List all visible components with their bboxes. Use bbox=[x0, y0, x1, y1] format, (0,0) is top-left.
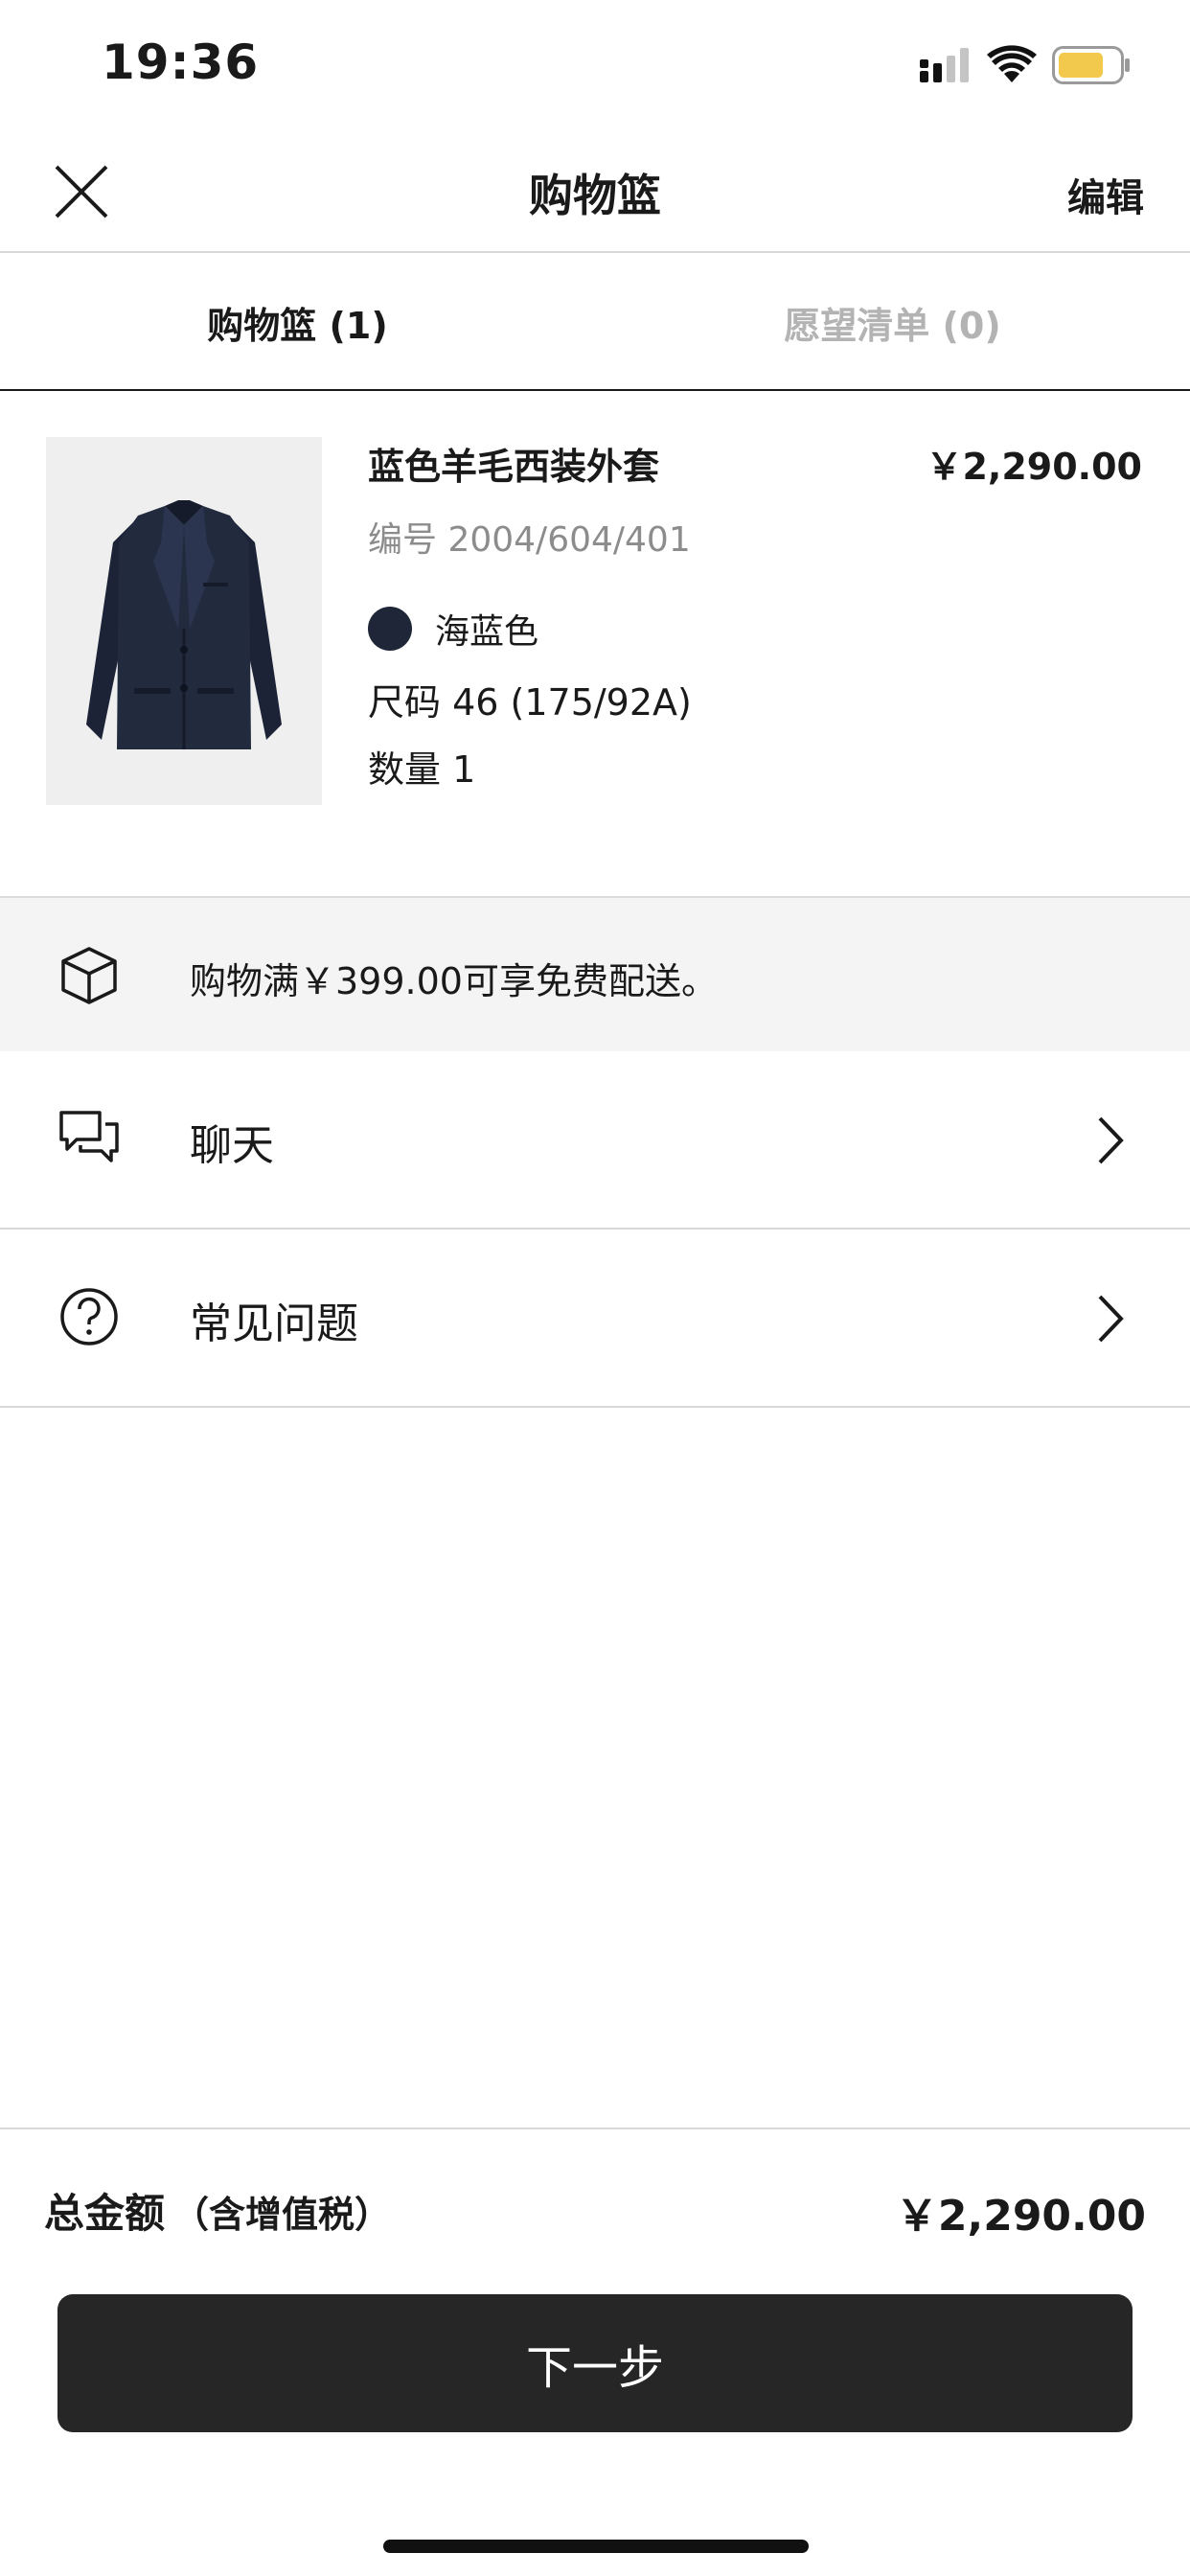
box-icon bbox=[61, 947, 117, 1004]
status-time: 19:36 bbox=[102, 34, 260, 90]
faq-row[interactable]: 常见问题 bbox=[0, 1230, 1190, 1408]
shipping-text: 购物满￥399.00可享免费配送。 bbox=[190, 960, 718, 1002]
help-icon bbox=[60, 1288, 118, 1346]
faq-label: 常见问题 bbox=[190, 1300, 358, 1348]
product-reference: 编号 2004/604/401 bbox=[368, 520, 691, 560]
total-label: 总金额 （含增值税） bbox=[44, 2181, 391, 2240]
chat-row[interactable]: 聊天 bbox=[0, 1051, 1190, 1230]
cart-screen: 19:36 购物篮 编辑 购物篮 (1) 愿望清单 (0) 蓝色羊毛西装外套 ￥… bbox=[0, 0, 1190, 2576]
total-price: ￥2,290.00 bbox=[895, 2192, 1146, 2241]
next-step-button[interactable]: 下一步 bbox=[57, 2294, 1133, 2432]
product-color: 海蓝色 bbox=[368, 604, 538, 654]
tab-cart[interactable]: 购物篮 (1) bbox=[0, 255, 595, 389]
product-quantity: 数量 1 bbox=[368, 748, 476, 791]
nav-header: 购物篮 编辑 bbox=[0, 125, 1190, 253]
status-bar: 19:36 bbox=[0, 0, 1190, 125]
total-tax-note: （含增值税） bbox=[172, 2194, 392, 2236]
shipping-banner: 购物满￥399.00可享免费配送。 bbox=[0, 896, 1190, 1051]
total-label-text: 总金额 bbox=[44, 2190, 166, 2237]
product-price: ￥2,290.00 bbox=[926, 446, 1142, 488]
page-title: 购物篮 bbox=[529, 170, 661, 221]
product-name[interactable]: 蓝色羊毛西装外套 bbox=[368, 437, 659, 490]
color-swatch bbox=[368, 607, 412, 651]
chat-icon bbox=[59, 1111, 119, 1162]
home-indicator[interactable] bbox=[383, 2540, 809, 2553]
battery-icon bbox=[1052, 46, 1130, 84]
chat-label: 聊天 bbox=[190, 1121, 274, 1170]
product-image[interactable] bbox=[46, 437, 322, 805]
blazer-image bbox=[46, 437, 322, 805]
cellular-signal-icon bbox=[920, 48, 969, 82]
chevron-right-icon bbox=[1098, 1116, 1124, 1164]
wifi-icon bbox=[987, 45, 1037, 82]
cart-item[interactable]: 蓝色羊毛西装外套 ￥2,290.00 编号 2004/604/401 海蓝色 尺… bbox=[0, 393, 1190, 896]
chevron-right-icon bbox=[1098, 1295, 1124, 1343]
product-size: 尺码 46 (175/92A) bbox=[368, 681, 692, 724]
tab-bar: 购物篮 (1) 愿望清单 (0) bbox=[0, 255, 1190, 391]
edit-button[interactable]: 编辑 bbox=[1067, 167, 1144, 222]
color-label: 海蓝色 bbox=[435, 612, 539, 652]
checkout-footer: 总金额 （含增值税） ￥2,290.00 下一步 bbox=[0, 2128, 1190, 2576]
tab-wishlist[interactable]: 愿望清单 (0) bbox=[595, 255, 1190, 389]
